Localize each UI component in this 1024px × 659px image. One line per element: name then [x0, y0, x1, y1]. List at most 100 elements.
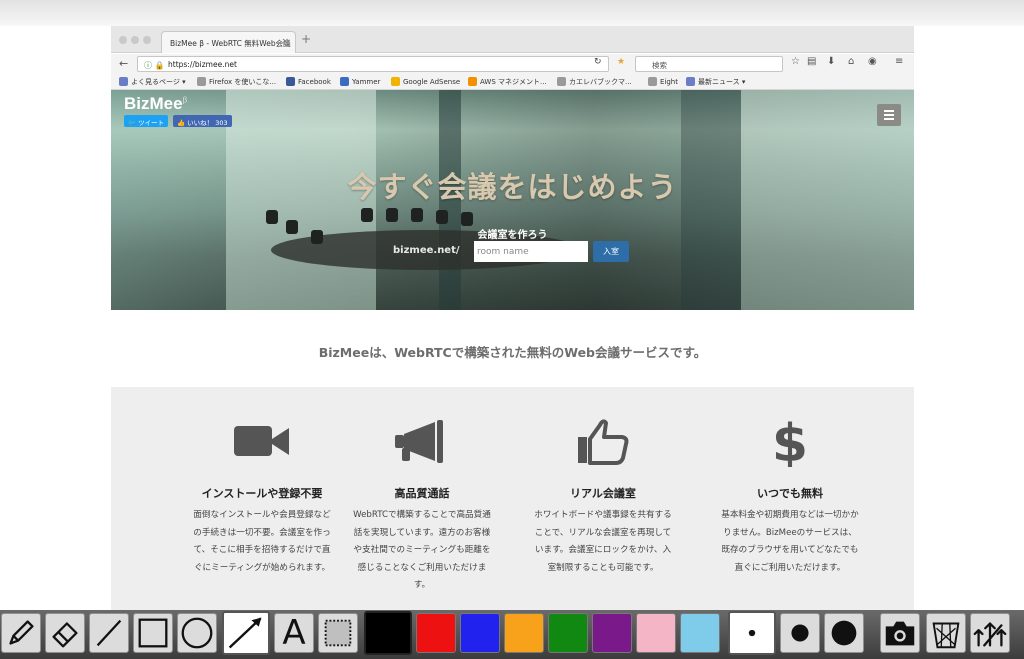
bookmark-item[interactable]: Facebook	[286, 77, 331, 86]
enter-room-button[interactable]: 入室	[593, 241, 629, 262]
color-swatch-black[interactable]	[364, 611, 412, 655]
library-icon[interactable]: ▤	[807, 56, 816, 67]
facebook-icon	[286, 77, 295, 86]
dollar-icon: $	[772, 417, 808, 467]
stroke-size-small[interactable]	[728, 611, 776, 655]
pocket-icon[interactable]: ★	[617, 57, 625, 67]
bookmark-item[interactable]: 最新ニュース ▾	[686, 77, 745, 87]
bookmark-label: AWS マネジメント...	[480, 78, 547, 86]
hero-chair	[436, 210, 448, 224]
bookmark-item[interactable]: Google AdSense	[391, 77, 460, 86]
color-swatch-light-blue[interactable]	[680, 613, 720, 653]
color-swatch-red[interactable]	[416, 613, 456, 653]
share-button[interactable]	[970, 613, 1010, 653]
color-swatch-pink[interactable]	[636, 613, 676, 653]
globe-icon	[197, 77, 206, 86]
stroke-size-large[interactable]	[824, 613, 864, 653]
circle-icon	[181, 617, 213, 649]
color-swatch-purple[interactable]	[592, 613, 632, 653]
room-name-input[interactable]	[474, 241, 588, 262]
bookmark-star-icon[interactable]: ☆	[791, 56, 800, 67]
browser-nav-bar: ← ⓘ 🔒 https://bizmee.net ↻ ★ 検索 ☆ ▤ ⬇ ⌂ …	[111, 54, 914, 74]
arrow-tool[interactable]	[222, 611, 270, 655]
hero-chair	[361, 208, 373, 222]
bookmark-item[interactable]: カエレバブックマ...	[557, 77, 632, 87]
bookmark-folder-icon	[119, 77, 128, 86]
thumbs-up-icon	[578, 419, 629, 465]
mosaic-tool[interactable]	[318, 613, 358, 653]
tweet-button[interactable]: 🐦 ツイート	[124, 115, 169, 127]
bookmark-label: よく見るページ ▾	[131, 78, 186, 86]
bookmark-item[interactable]: よく見るページ ▾	[119, 77, 186, 87]
eraser-tool[interactable]	[45, 613, 85, 653]
stroke-size-medium[interactable]	[780, 613, 820, 653]
bookmark-label: Eight	[660, 78, 678, 86]
back-arrow-icon[interactable]: ←	[119, 57, 128, 70]
color-swatch-orange[interactable]	[504, 613, 544, 653]
bookmark-item[interactable]: Firefox を使いこな...	[197, 77, 276, 87]
bookmark-label: 最新ニュース ▾	[698, 78, 746, 86]
browser-screenshot: BizMee β - WebRTC 無料Web会議 × + ← ⓘ 🔒 http…	[111, 26, 914, 610]
line-tool[interactable]	[89, 613, 129, 653]
browser-search-box[interactable]: 検索	[635, 56, 783, 72]
new-tab-button[interactable]: +	[301, 32, 311, 46]
bookmark-label: Yammer	[352, 78, 381, 86]
tab-close-icon[interactable]: ×	[281, 37, 289, 47]
color-swatch-green[interactable]	[548, 613, 588, 653]
search-placeholder: 検索	[652, 61, 667, 70]
bookmark-item[interactable]: Eight	[648, 77, 678, 86]
text-tool[interactable]: A	[274, 613, 314, 653]
bookmark-item[interactable]: Yammer	[340, 77, 380, 86]
hero-chair	[266, 210, 278, 224]
color-swatch-blue[interactable]	[460, 613, 500, 653]
site-logo[interactable]: BizMeeβ	[124, 94, 187, 114]
ellipse-tool[interactable]	[177, 613, 217, 653]
small-dot-icon	[748, 629, 756, 637]
yammer-icon	[340, 77, 349, 86]
screenshot-button[interactable]	[880, 613, 920, 653]
home-icon[interactable]: ⌂	[848, 56, 854, 67]
close-window-dot[interactable]	[119, 36, 127, 44]
reload-icon[interactable]: ↻	[594, 57, 602, 67]
logo-text: BizMee	[124, 94, 183, 113]
google-icon	[391, 77, 400, 86]
feature-title: いつでも無料	[757, 487, 823, 500]
pencil-icon	[9, 620, 34, 645]
bookmark-label: カエレバブックマ...	[569, 78, 632, 86]
large-dot-icon	[831, 620, 857, 646]
pencil-tool[interactable]	[1, 613, 41, 653]
features-section: インストールや登録不要 面倒なインストールや会員登録など の手続きは一切不要。会議…	[111, 387, 914, 610]
site-menu-button[interactable]	[877, 104, 901, 126]
logo-beta: β	[182, 95, 188, 105]
feature-description: 基本料金や初期費用などは一切かか りません。BizMeeのサービスは、 既存のブラウ…	[721, 510, 859, 573]
feature-title: インストールや登録不要	[201, 487, 323, 500]
browser-tab[interactable]: BizMee β - WebRTC 無料Web会議 ×	[161, 31, 296, 53]
secure-lock-icon: ⓘ 🔒	[144, 61, 165, 70]
minimize-window-dot[interactable]	[131, 36, 139, 44]
hero-chair	[461, 212, 473, 226]
address-url: https://bizmee.net	[168, 60, 237, 69]
zoom-window-dot[interactable]	[143, 36, 151, 44]
hero-headline: 今すぐ会議をはじめよう	[347, 170, 678, 204]
hamburger-menu-icon[interactable]: ≡	[895, 56, 903, 67]
text-tool-label: A	[282, 613, 306, 653]
room-create-label: 会議室を作ろう	[477, 230, 548, 241]
menu-bar	[884, 118, 894, 120]
download-icon[interactable]: ⬇	[827, 56, 835, 67]
eraser-icon	[52, 622, 78, 648]
megaphone-icon	[395, 420, 443, 463]
menu-bar	[884, 110, 894, 112]
globe-icon	[557, 77, 566, 86]
rectangle-tool[interactable]	[133, 613, 173, 653]
clear-button[interactable]	[926, 613, 966, 653]
bookmark-label: Google AdSense	[403, 78, 461, 86]
menu-bar	[884, 114, 894, 116]
bookmark-item[interactable]: AWS マネジメント...	[468, 77, 547, 87]
window-title-bar	[0, 0, 1024, 26]
browser-tab-bar: BizMee β - WebRTC 無料Web会議 × +	[111, 26, 914, 53]
like-button[interactable]: 👍 いいね！ 303	[173, 115, 232, 127]
arrow-icon	[228, 617, 262, 649]
address-bar[interactable]: ⓘ 🔒 https://bizmee.net	[137, 56, 609, 72]
shield-icon[interactable]: ◉	[868, 56, 877, 67]
bookmarks-toolbar: よく見るページ ▾ Firefox を使いこな... Facebook Yamm…	[111, 74, 914, 90]
